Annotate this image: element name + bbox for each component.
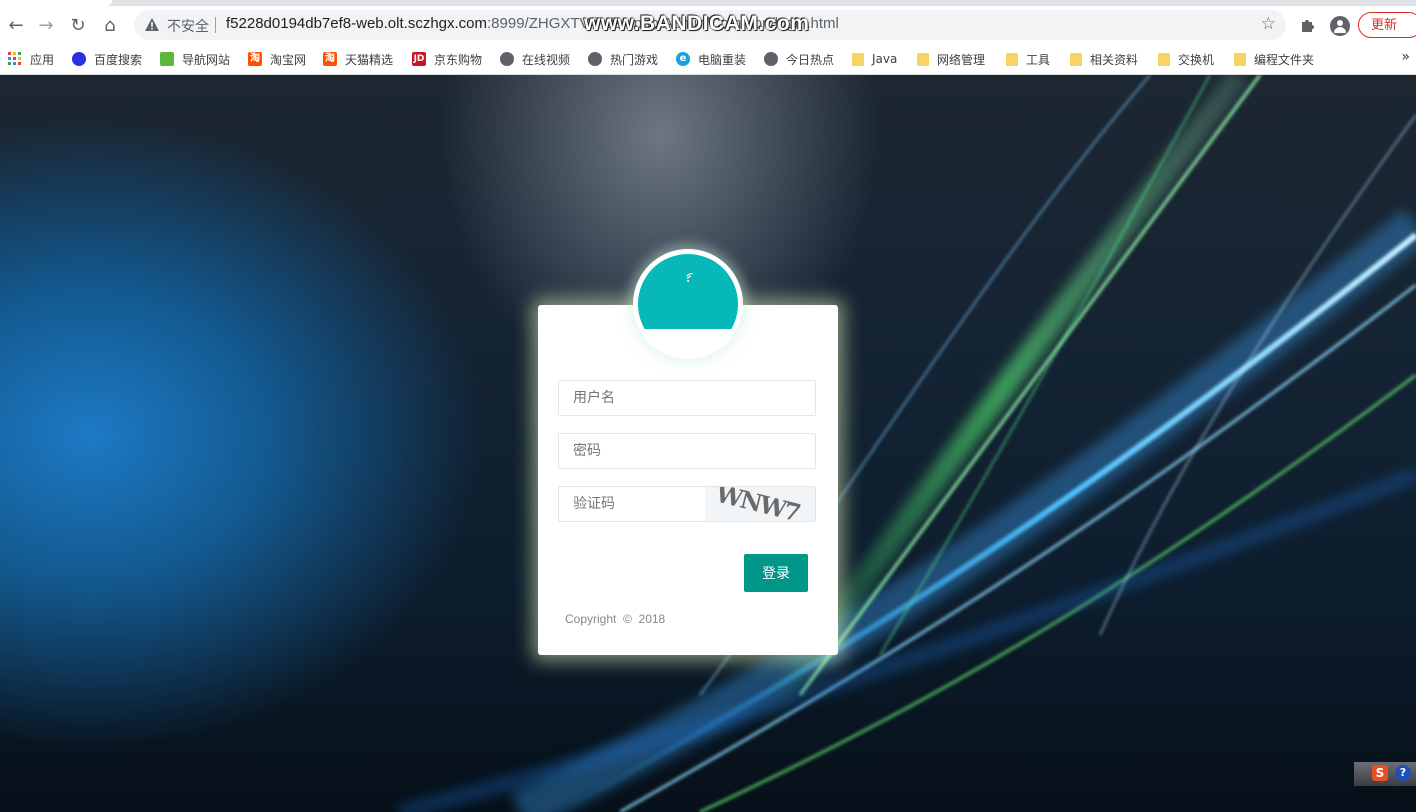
bookmark-jd[interactable]: JD 京东购物 [412, 49, 482, 69]
captcha-image[interactable]: WNW7 [705, 487, 815, 521]
bookmark-label: 相关资料 [1090, 52, 1139, 67]
bookmark-folder-switch[interactable]: 交换机 [1158, 49, 1214, 69]
bookmark-label: 天猫精选 [345, 52, 394, 67]
browser-toolbar: ← → ↻ ⌂ 不安全 f5228d0194db7ef8-web.olt.scz… [0, 6, 1416, 44]
bookmark-apps[interactable]: 应用 [8, 49, 54, 69]
login-avatar [633, 249, 743, 359]
taobao-icon: 淘 [323, 52, 337, 66]
back-arrow-icon[interactable]: ← [4, 13, 28, 37]
folder-icon [1070, 52, 1082, 66]
username-input[interactable] [559, 381, 723, 415]
signal-wave-icon [686, 273, 693, 282]
avatar-fill [638, 254, 738, 329]
captcha-glyphs: WNW7 [712, 487, 802, 521]
captcha-field[interactable]: WNW7 [558, 486, 816, 522]
extensions-puzzle-icon[interactable] [1299, 16, 1317, 34]
login-page: WNW7 登录 Copyright © 2018 S ? [0, 75, 1416, 812]
omnibox-divider [215, 17, 216, 33]
folder-icon [917, 52, 929, 66]
ie-icon: e [676, 52, 690, 66]
url-host: f5228d0194db7ef8-web.olt.sczhgx.com [226, 15, 488, 32]
bookmark-label: 导航网站 [182, 52, 231, 67]
bookmark-folder-docs[interactable]: 相关资料 [1070, 49, 1138, 69]
hao123-icon [160, 52, 174, 66]
taobao-icon: 淘 [248, 52, 262, 66]
bookmark-label: 在线视频 [522, 52, 571, 67]
globe-icon [588, 52, 602, 66]
folder-icon [1158, 52, 1170, 66]
bookmark-folder-java[interactable]: Java [852, 49, 897, 69]
captcha-text: WNW7 [712, 487, 802, 521]
bookmark-folder-programming[interactable]: 编程文件夹 [1234, 49, 1314, 69]
insecure-label: 不安全 [167, 18, 209, 34]
sogou-ime-icon[interactable]: S [1372, 765, 1388, 781]
apps-grid-icon [8, 52, 22, 66]
bookmark-tmall[interactable]: 淘天猫精选 [323, 49, 393, 69]
bookmark-baidu[interactable]: 百度搜索 [72, 49, 142, 69]
home-icon[interactable]: ⌂ [98, 13, 122, 37]
folder-icon [1234, 52, 1246, 66]
profile-avatar-icon[interactable] [1330, 16, 1350, 36]
bookmark-hot[interactable]: 今日热点 [764, 49, 834, 69]
bookmarks-bar: 应用 百度搜索 导航网站 淘淘宝网 淘天猫精选 JD 京东购物 在线视频 热门游戏… [0, 44, 1416, 75]
bookmark-label: 今日热点 [786, 52, 835, 67]
copyright-text: Copyright © 2018 [565, 612, 666, 626]
help-icon[interactable]: ? [1395, 765, 1411, 781]
bandicam-watermark: www.BANDICAM.com [584, 12, 810, 35]
bookmark-reinstall[interactable]: e 电脑重装 [676, 49, 746, 69]
bookmark-games[interactable]: 热门游戏 [588, 49, 658, 69]
folder-icon [1006, 52, 1018, 66]
bookmark-folder-network[interactable]: 网络管理 [917, 49, 985, 69]
reload-icon[interactable]: ↻ [66, 13, 90, 37]
bookmark-label: 热门游戏 [610, 52, 659, 67]
bookmark-folder-tools[interactable]: 工具 [1006, 49, 1050, 69]
bookmark-hao123[interactable]: 导航网站 [160, 49, 230, 69]
bookmark-label: 百度搜索 [94, 52, 143, 67]
bookmark-label: 电脑重装 [698, 52, 747, 67]
bookmark-star-icon[interactable]: ☆ [1261, 14, 1276, 34]
username-field[interactable] [558, 380, 816, 416]
bookmark-label: 应用 [30, 52, 55, 67]
bookmarks-overflow-chevron-icon[interactable]: » [1401, 49, 1410, 65]
bookmark-label: 编程文件夹 [1254, 52, 1315, 67]
bookmark-label: 工具 [1026, 52, 1051, 67]
forward-arrow-icon[interactable]: → [34, 13, 58, 37]
captcha-input[interactable] [559, 487, 723, 521]
bookmark-label: 淘宝网 [270, 52, 307, 67]
update-button[interactable]: 更新 [1358, 12, 1416, 38]
baidu-icon [72, 52, 86, 66]
login-button[interactable]: 登录 [744, 554, 808, 592]
ime-tray: S ? [1354, 762, 1416, 786]
jd-icon: JD [412, 52, 426, 66]
globe-icon [500, 52, 514, 66]
bookmark-label: 网络管理 [937, 52, 986, 67]
password-input[interactable] [559, 434, 723, 468]
bookmark-label: Java [872, 52, 898, 66]
globe-icon [764, 52, 778, 66]
bookmark-label: 交换机 [1178, 52, 1215, 67]
avatar-circle [638, 254, 738, 354]
password-field[interactable] [558, 433, 816, 469]
bookmark-label: 京东购物 [434, 52, 483, 67]
bookmark-video[interactable]: 在线视频 [500, 49, 570, 69]
warning-icon [145, 18, 159, 31]
bookmark-taobao[interactable]: 淘淘宝网 [248, 49, 306, 69]
folder-icon [852, 52, 864, 66]
